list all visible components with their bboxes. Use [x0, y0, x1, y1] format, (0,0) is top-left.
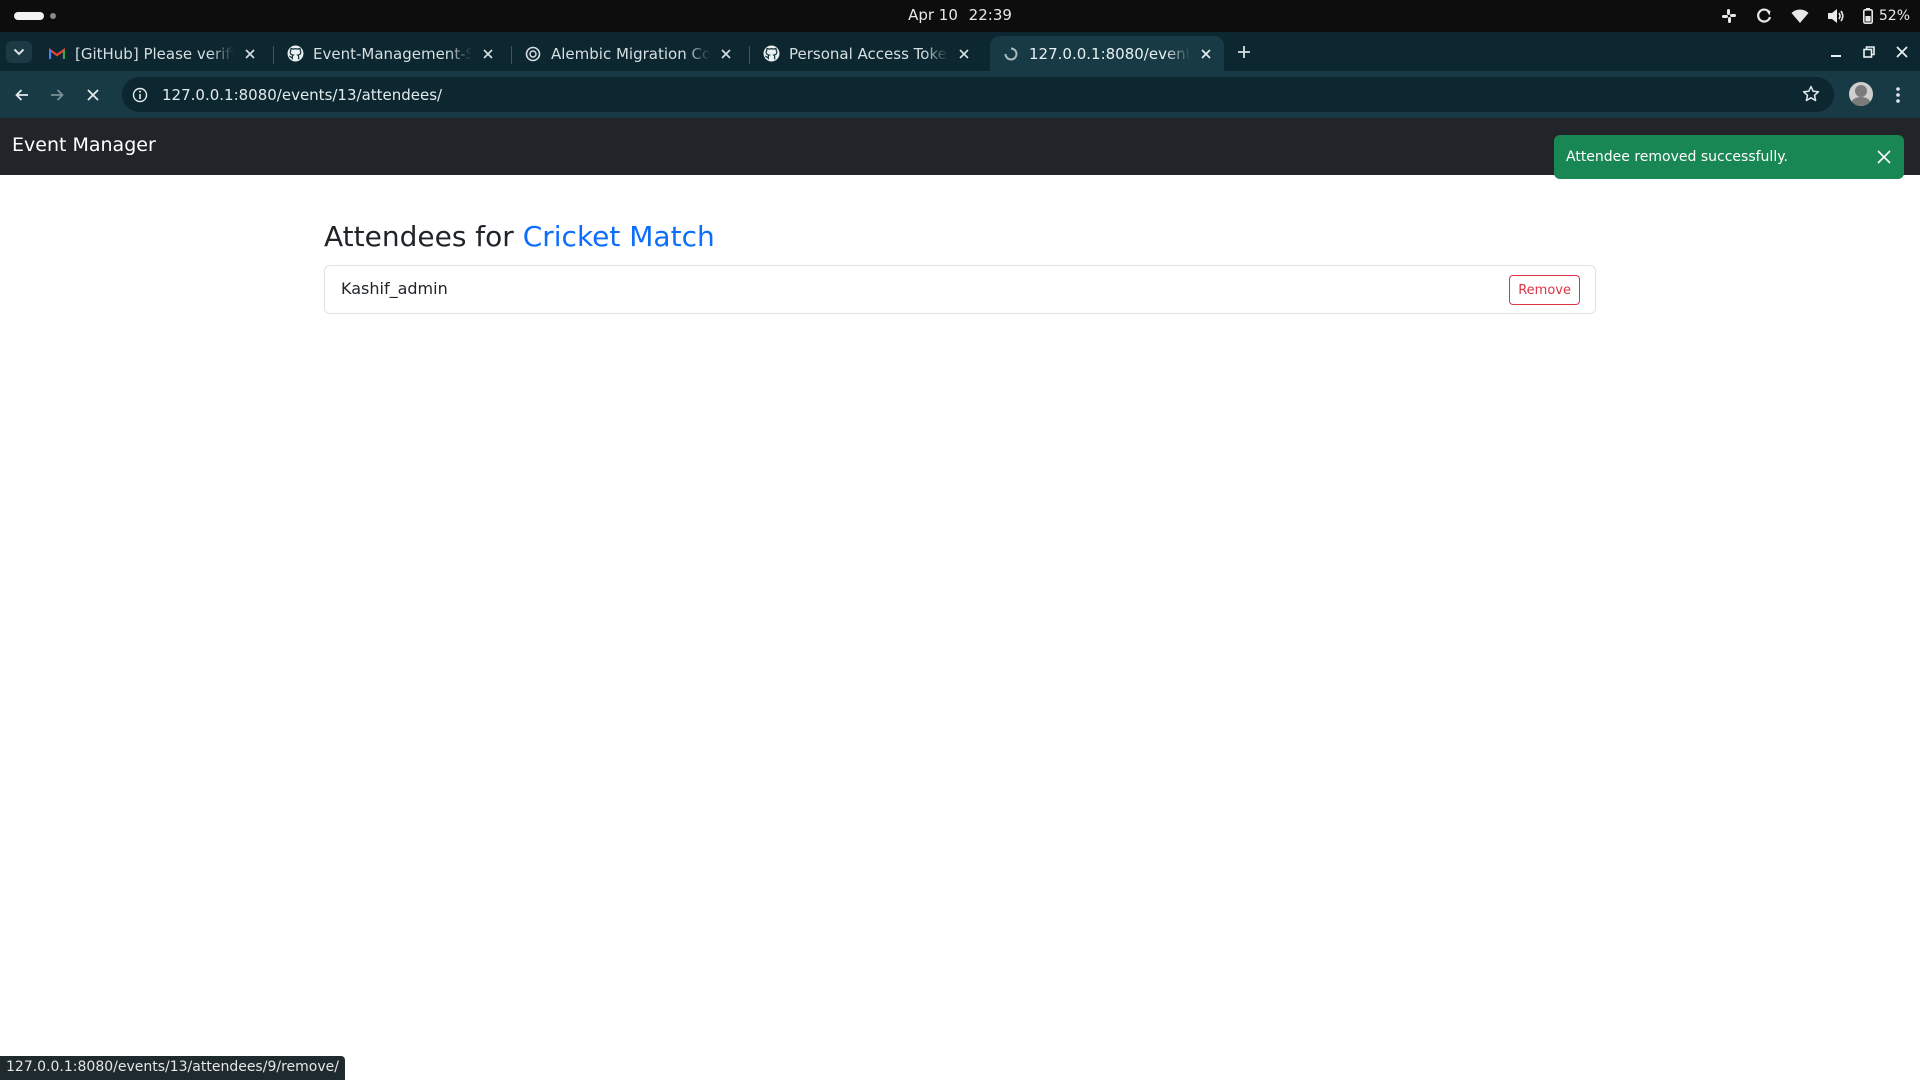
battery-status[interactable]: 52%	[1862, 8, 1910, 24]
slack-icon[interactable]	[1721, 8, 1737, 24]
chevron-down-icon	[13, 48, 25, 56]
toast-close-button[interactable]	[1874, 147, 1894, 167]
site-info-icon[interactable]	[130, 85, 150, 105]
attendee-name: Kashif_admin	[341, 279, 448, 298]
web-icon	[524, 45, 542, 63]
arrow-left-icon	[15, 89, 28, 101]
list-item: Kashif_admin Remove	[325, 266, 1595, 313]
battery-percent: 52%	[1878, 8, 1910, 24]
bookmark-star-icon[interactable]	[1802, 85, 1820, 107]
maximize-button[interactable]	[1857, 40, 1881, 64]
toast-message: Attendee removed successfully.	[1566, 149, 1788, 165]
tab-search-button[interactable]	[6, 41, 32, 63]
close-icon[interactable]	[478, 44, 498, 64]
close-icon[interactable]	[240, 44, 260, 64]
link-status-bar: 127.0.0.1:8080/events/13/attendees/9/rem…	[0, 1056, 345, 1080]
minimize-button[interactable]	[1824, 40, 1848, 64]
close-icon[interactable]	[954, 44, 974, 64]
tab-title: 127.0.0.1:8080/events/13	[1029, 44, 1190, 63]
system-time: 22:39	[968, 6, 1012, 24]
github-icon	[286, 45, 304, 63]
system-clock[interactable]: Apr 10 22:39	[0, 6, 1920, 24]
event-name-link[interactable]: Cricket Match	[523, 220, 715, 253]
volume-icon[interactable]	[1827, 8, 1845, 24]
new-tab-button[interactable]	[1232, 40, 1256, 64]
close-icon	[87, 89, 99, 101]
stop-loading-button[interactable]	[80, 82, 106, 108]
wifi-icon[interactable]	[1791, 8, 1809, 24]
remove-attendee-button[interactable]: Remove	[1509, 275, 1580, 305]
minimize-icon	[1831, 55, 1841, 57]
browser-tab[interactable]: Event-Management-System	[274, 36, 506, 71]
close-icon[interactable]	[716, 44, 736, 64]
navbar-brand[interactable]: Event Manager	[12, 134, 156, 156]
page-title: Attendees for Cricket Match	[324, 220, 715, 253]
system-date: Apr 10	[908, 6, 958, 24]
plus-icon	[1238, 46, 1250, 58]
tab-title: Alembic Migration Comm	[551, 44, 710, 63]
system-tray[interactable]: 52%	[1721, 0, 1910, 32]
browser-tab[interactable]: Alembic Migration Comm	[512, 36, 744, 71]
profile-avatar[interactable]	[1849, 82, 1873, 106]
browser-tab-active[interactable]: 127.0.0.1:8080/events/13	[990, 36, 1224, 71]
close-window-button[interactable]	[1890, 40, 1914, 64]
battery-icon	[1862, 8, 1873, 24]
address-bar-url[interactable]: 127.0.0.1:8080/events/13/attendees/	[162, 86, 442, 104]
tab-title: Personal Access Tokens (	[789, 44, 948, 63]
close-icon	[1877, 150, 1891, 164]
close-icon[interactable]	[1196, 44, 1216, 64]
browser-menu-button[interactable]	[1885, 82, 1911, 108]
tab-title: [GitHub] Please verify your	[75, 44, 234, 63]
system-top-bar: Apr 10 22:39 52%	[0, 0, 1920, 32]
github-icon	[762, 45, 780, 63]
tab-title: Event-Management-System	[313, 44, 472, 63]
browser-tab[interactable]: [GitHub] Please verify your	[36, 36, 268, 71]
browser-toolbar: 127.0.0.1:8080/events/13/attendees/	[0, 71, 1920, 118]
loading-icon	[1002, 45, 1020, 63]
success-toast: Attendee removed successfully.	[1554, 135, 1904, 179]
forward-button[interactable]	[44, 82, 70, 108]
address-bar[interactable]: 127.0.0.1:8080/events/13/attendees/	[122, 77, 1834, 112]
more-vertical-icon	[1896, 87, 1900, 103]
arrow-right-icon	[51, 89, 64, 101]
back-button[interactable]	[9, 82, 35, 108]
sync-icon[interactable]	[1755, 7, 1773, 25]
gmail-icon	[48, 45, 66, 63]
restore-icon	[1863, 46, 1875, 58]
browser-tab-strip: [GitHub] Please verify your Event-Manage…	[0, 32, 1920, 71]
close-icon	[1896, 46, 1908, 58]
attendee-list: Kashif_admin Remove	[324, 265, 1596, 314]
page-title-prefix: Attendees for	[324, 220, 514, 253]
status-url: 127.0.0.1:8080/events/13/attendees/9/rem…	[6, 1059, 339, 1075]
browser-tab[interactable]: Personal Access Tokens (	[750, 36, 982, 71]
